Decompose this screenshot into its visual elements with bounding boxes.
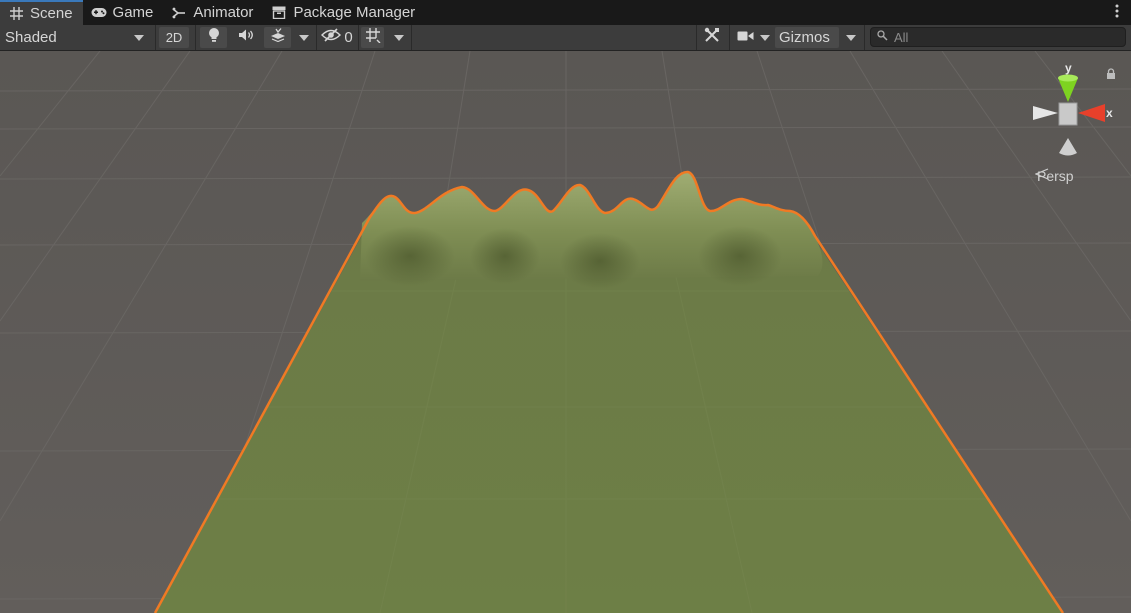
hill-shadow xyxy=(365,226,455,286)
more-options-icon[interactable] xyxy=(1115,4,1121,20)
hill-shadow xyxy=(698,226,782,286)
grid-snap-icon xyxy=(365,27,381,48)
camera-settings-dropdown[interactable] xyxy=(733,25,773,50)
package-icon xyxy=(271,5,287,21)
search-icon xyxy=(877,28,888,46)
chevron-down-icon xyxy=(846,34,856,41)
hill-shadow xyxy=(470,228,540,284)
axis-x-label: x xyxy=(1106,106,1113,120)
toolbar-divider xyxy=(195,25,196,50)
toolbar-divider xyxy=(316,25,317,50)
chevron-down-icon xyxy=(759,34,770,41)
speaker-icon xyxy=(238,28,254,47)
orientation-gizmo[interactable]: y x xyxy=(1025,61,1125,161)
tab-animator[interactable]: Animator xyxy=(163,0,263,25)
projection-toggle[interactable]: Persp xyxy=(1035,168,1074,184)
scene-toolbar: Shaded 2D 0 Gizmos All xyxy=(0,25,1131,51)
search-input[interactable] xyxy=(894,29,1114,45)
tab-label: Scene xyxy=(30,5,73,22)
editor-tab-bar: Scene Game Animator Package Manager xyxy=(0,0,1131,25)
camera-icon xyxy=(737,29,754,47)
axis-neg-x-cone[interactable] xyxy=(1033,106,1058,120)
tab-scene[interactable]: Scene xyxy=(0,0,83,25)
draw-mode-value: Shaded xyxy=(5,29,57,46)
toolbar-divider xyxy=(155,25,156,50)
gamepad-icon xyxy=(91,5,107,21)
wrench-cross-icon xyxy=(704,27,720,48)
grid-toggle-button[interactable] xyxy=(361,27,384,48)
toolbar-divider xyxy=(696,25,697,50)
effects-layers-icon xyxy=(270,28,286,47)
tab-game[interactable]: Game xyxy=(83,0,164,25)
grid-dropdown[interactable] xyxy=(388,25,410,50)
hill-shadow xyxy=(560,233,640,289)
tab-label: Package Manager xyxy=(293,4,416,21)
chevron-down-icon xyxy=(394,34,404,41)
tab-label: Game xyxy=(112,4,154,21)
axis-y-label: y xyxy=(1065,61,1072,75)
animator-icon xyxy=(171,5,187,21)
chevron-down-icon xyxy=(299,34,309,41)
axis-x-cone[interactable] xyxy=(1078,104,1105,122)
effects-toggle-button[interactable] xyxy=(264,27,291,48)
lighting-toggle-button[interactable] xyxy=(200,27,227,48)
chevron-down-icon xyxy=(134,34,144,41)
scene-render[interactable] xyxy=(0,51,1131,613)
toolbar-divider xyxy=(729,25,730,50)
2d-toggle-button[interactable]: 2D xyxy=(159,27,189,48)
effects-dropdown[interactable] xyxy=(293,25,315,50)
scene-visibility-toggle[interactable]: 0 xyxy=(318,25,356,50)
scene-search-field[interactable] xyxy=(870,27,1126,47)
toolbar-divider xyxy=(864,25,865,50)
axis-neg-y-cone[interactable] xyxy=(1059,138,1077,156)
light-bulb-icon xyxy=(208,27,220,48)
tools-button[interactable] xyxy=(698,25,726,50)
scene-viewport[interactable]: y x Persp xyxy=(0,51,1131,613)
tab-package-manager[interactable]: Package Manager xyxy=(263,0,425,25)
gizmos-dropdown[interactable] xyxy=(840,25,862,50)
toolbar-divider xyxy=(358,25,359,50)
hidden-objects-count: 0 xyxy=(344,29,353,46)
tab-label: Animator xyxy=(193,4,254,21)
grid-hash-icon xyxy=(8,6,24,22)
gizmo-center-cube[interactable] xyxy=(1058,102,1078,126)
toolbar-divider xyxy=(411,25,412,50)
audio-toggle-button[interactable] xyxy=(231,25,261,50)
gizmos-toggle-button[interactable]: Gizmos xyxy=(775,27,839,48)
draw-mode-dropdown[interactable]: Shaded xyxy=(0,25,152,50)
eye-hidden-icon xyxy=(321,28,342,47)
